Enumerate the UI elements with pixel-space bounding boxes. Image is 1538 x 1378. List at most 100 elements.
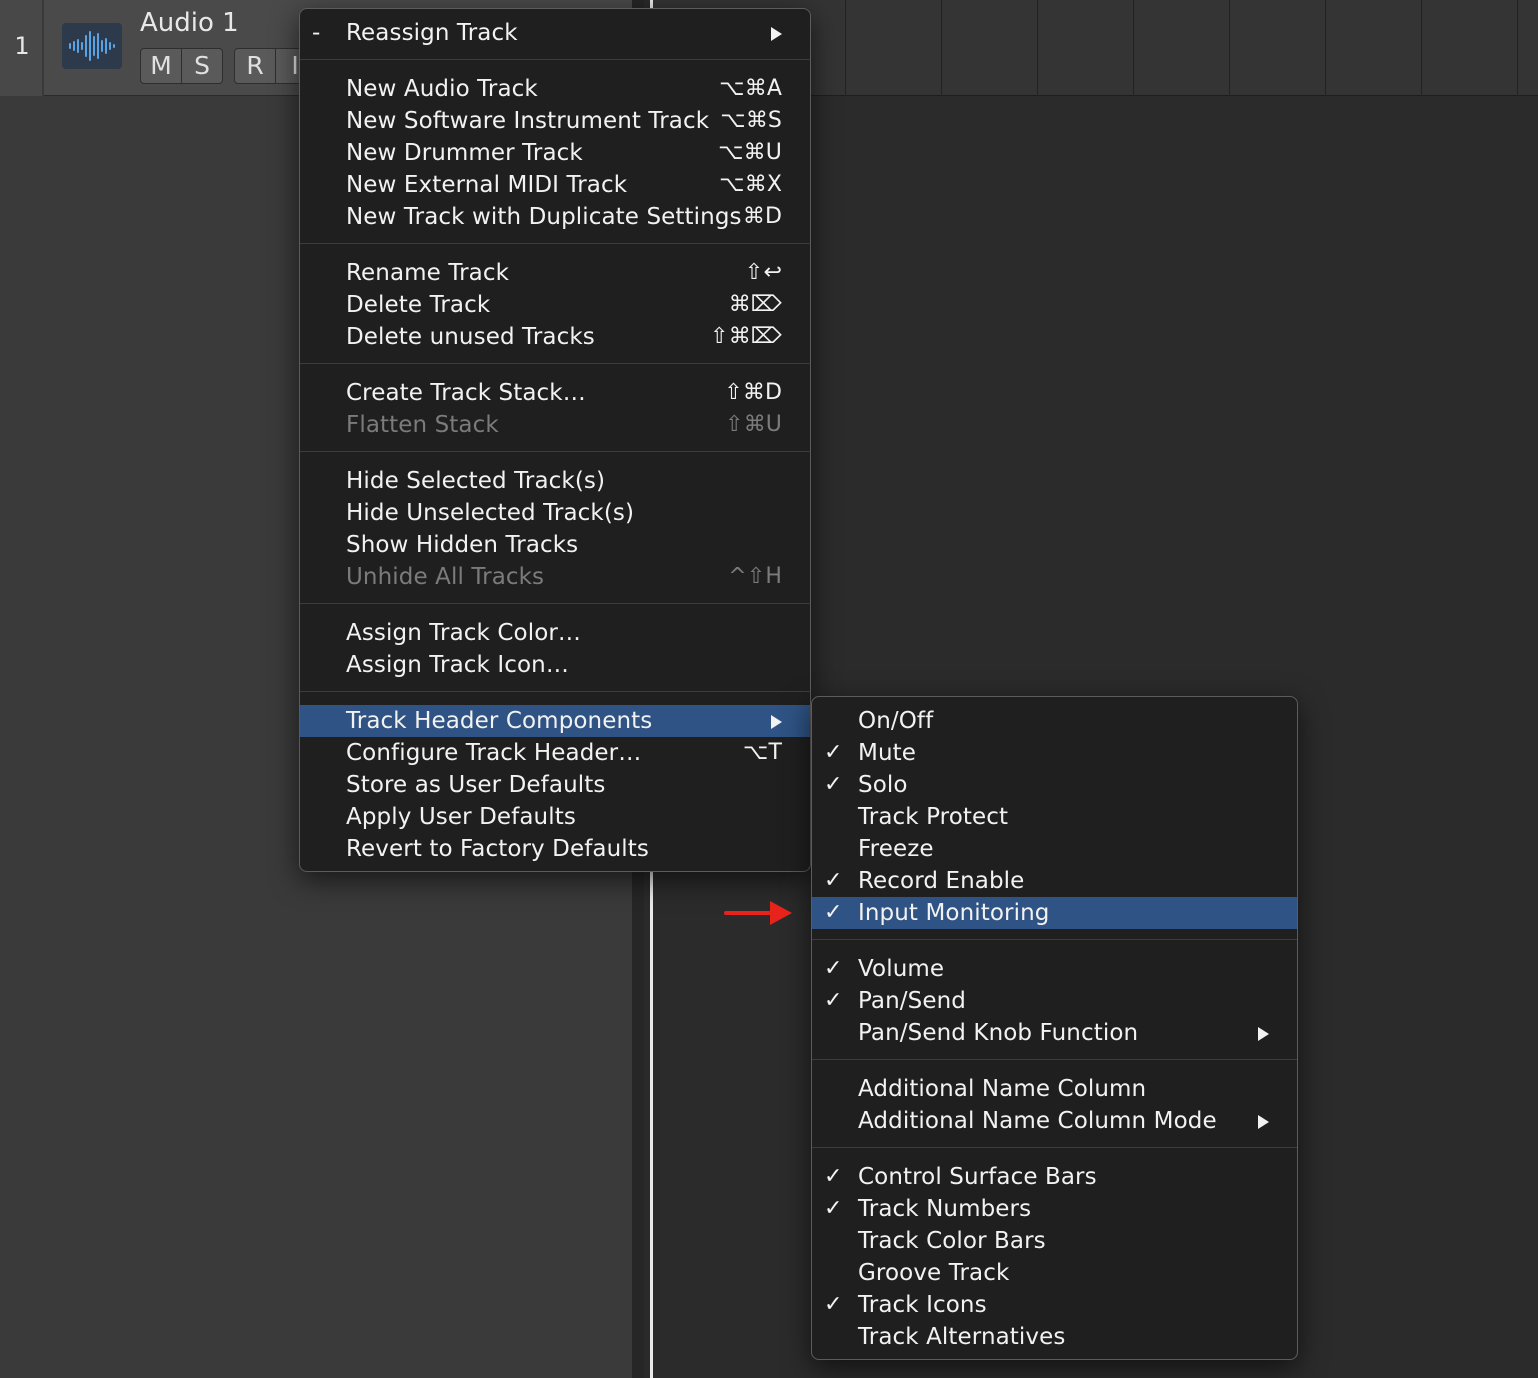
checkmark-icon: ✓: [824, 1164, 843, 1189]
submenu-item-volume[interactable]: ✓ Volume: [812, 953, 1297, 985]
menu-item-hide-selected-tracks[interactable]: Hide Selected Track(s): [300, 465, 810, 497]
menu-item-new-track-duplicate-settings[interactable]: New Track with Duplicate Settings ⌘D: [300, 201, 810, 233]
menu-separator: [300, 363, 810, 364]
submenu-item-additional-name-column-mode[interactable]: Additional Name Column Mode: [812, 1105, 1297, 1137]
menu-item-reassign-track[interactable]: - Reassign Track: [300, 17, 810, 49]
menu-item-store-user-defaults[interactable]: Store as User Defaults: [300, 769, 810, 801]
menu-item-label: Control Surface Bars: [858, 1164, 1097, 1190]
menu-item-label: New Audio Track: [346, 76, 538, 102]
submenu-item-mute[interactable]: ✓ Mute: [812, 737, 1297, 769]
menu-item-label: Pan/Send Knob Function: [858, 1020, 1139, 1046]
menu-item-label: Delete unused Tracks: [346, 324, 595, 350]
menu-item-label: Hide Selected Track(s): [346, 468, 606, 494]
submenu-item-groove-track[interactable]: Groove Track: [812, 1257, 1297, 1289]
menu-item-new-software-instrument-track[interactable]: New Software Instrument Track ⌥⌘S: [300, 105, 810, 137]
submenu-item-pan-send-knob-function[interactable]: Pan/Send Knob Function: [812, 1017, 1297, 1049]
checkmark-icon: ✓: [824, 988, 843, 1013]
menu-item-hide-unselected-tracks[interactable]: Hide Unselected Track(s): [300, 497, 810, 529]
menu-item-shortcut: ⇧⌘U: [725, 412, 782, 437]
menu-item-label: Track Header Components: [346, 708, 653, 734]
menu-item-delete-unused-tracks[interactable]: Delete unused Tracks ⇧⌘⌦: [300, 321, 810, 353]
submenu-item-freeze[interactable]: Freeze: [812, 833, 1297, 865]
dash-icon: -: [312, 20, 321, 46]
menu-separator: [812, 1147, 1297, 1148]
track-name[interactable]: Audio 1: [140, 8, 239, 38]
track-number: 1: [14, 32, 30, 60]
record-enable-button[interactable]: R: [234, 48, 276, 84]
menu-item-shortcut: ⌥⌘U: [718, 140, 782, 165]
menu-item-configure-track-header[interactable]: Configure Track Header… ⌥T: [300, 737, 810, 769]
menu-item-label: Additional Name Column Mode: [858, 1108, 1217, 1134]
submenu-item-pan-send[interactable]: ✓ Pan/Send: [812, 985, 1297, 1017]
menu-separator: [300, 691, 810, 692]
menu-item-new-audio-track[interactable]: New Audio Track ⌥⌘A: [300, 73, 810, 105]
menu-item-revert-factory-defaults[interactable]: Revert to Factory Defaults: [300, 833, 810, 865]
grid-line: [1133, 0, 1134, 96]
solo-button[interactable]: S: [181, 48, 223, 84]
menu-item-label: Flatten Stack: [346, 412, 499, 438]
menu-item-shortcut: ⇧⌘⌦: [710, 324, 782, 349]
menu-separator: [300, 451, 810, 452]
menu-item-create-track-stack[interactable]: Create Track Stack… ⇧⌘D: [300, 377, 810, 409]
menu-item-unhide-all-tracks: Unhide All Tracks ^⇧H: [300, 561, 810, 593]
grid-line: [845, 0, 846, 96]
waveform-icon[interactable]: [62, 23, 122, 69]
checkmark-icon: ✓: [824, 956, 843, 981]
menu-item-label: Configure Track Header…: [346, 740, 642, 766]
menu-item-new-drummer-track[interactable]: New Drummer Track ⌥⌘U: [300, 137, 810, 169]
menu-item-show-hidden-tracks[interactable]: Show Hidden Tracks: [300, 529, 810, 561]
submenu-item-control-surface-bars[interactable]: ✓ Control Surface Bars: [812, 1161, 1297, 1193]
menu-item-label: Track Icons: [858, 1292, 987, 1318]
menu-item-label: Track Numbers: [858, 1196, 1032, 1222]
submenu-item-track-protect[interactable]: Track Protect: [812, 801, 1297, 833]
submenu-item-input-monitoring[interactable]: ✓ Input Monitoring: [812, 897, 1297, 929]
menu-item-label: Volume: [858, 956, 945, 982]
triangle-right-icon: [1258, 1027, 1269, 1041]
menu-item-label: Assign Track Color…: [346, 620, 582, 646]
triangle-right-icon: [771, 27, 782, 41]
submenu-item-track-numbers[interactable]: ✓ Track Numbers: [812, 1193, 1297, 1225]
menu-item-shortcut: ⌥⌘S: [720, 108, 782, 133]
menu-item-delete-track[interactable]: Delete Track ⌘⌦: [300, 289, 810, 321]
grid-line: [1517, 0, 1518, 96]
menu-item-shortcut: ^⇧H: [728, 564, 782, 589]
red-arrow-icon: [724, 901, 792, 925]
menu-item-label: Groove Track: [858, 1260, 1010, 1286]
menu-item-label: Store as User Defaults: [346, 772, 606, 798]
menu-separator: [300, 59, 810, 60]
submenu-item-record-enable[interactable]: ✓ Record Enable: [812, 865, 1297, 897]
track-context-menu: - Reassign Track New Audio Track ⌥⌘A New…: [299, 8, 811, 872]
submenu-item-track-alternatives[interactable]: Track Alternatives: [812, 1321, 1297, 1353]
menu-separator: [300, 603, 810, 604]
menu-item-shortcut: ⌘⌦: [728, 292, 782, 317]
checkmark-icon: ✓: [824, 900, 843, 925]
submenu-item-solo[interactable]: ✓ Solo: [812, 769, 1297, 801]
menu-separator: [812, 939, 1297, 940]
track-number-column: 1: [0, 0, 44, 96]
submenu-item-track-icons[interactable]: ✓ Track Icons: [812, 1289, 1297, 1321]
menu-item-new-external-midi-track[interactable]: New External MIDI Track ⌥⌘X: [300, 169, 810, 201]
grid-line: [1229, 0, 1230, 96]
menu-item-track-header-components[interactable]: Track Header Components: [300, 705, 810, 737]
checkmark-icon: ✓: [824, 1196, 843, 1221]
mute-button[interactable]: M: [140, 48, 182, 84]
submenu-item-track-color-bars[interactable]: Track Color Bars: [812, 1225, 1297, 1257]
menu-item-label: Apply User Defaults: [346, 804, 576, 830]
menu-item-label: Create Track Stack…: [346, 380, 586, 406]
grid-line: [1325, 0, 1326, 96]
menu-item-flatten-stack: Flatten Stack ⇧⌘U: [300, 409, 810, 441]
menu-item-label: New External MIDI Track: [346, 172, 628, 198]
menu-item-assign-track-icon[interactable]: Assign Track Icon…: [300, 649, 810, 681]
menu-item-label: Track Protect: [858, 804, 1009, 830]
track-header-components-submenu: On/Off ✓ Mute ✓ Solo Track Protect Freez…: [811, 696, 1298, 1360]
submenu-item-additional-name-column[interactable]: Additional Name Column: [812, 1073, 1297, 1105]
menu-item-label: Hide Unselected Track(s): [346, 500, 635, 526]
menu-item-label: Pan/Send: [858, 988, 966, 1014]
checkmark-icon: ✓: [824, 740, 843, 765]
menu-item-assign-track-color[interactable]: Assign Track Color…: [300, 617, 810, 649]
checkmark-icon: ✓: [824, 772, 843, 797]
menu-item-rename-track[interactable]: Rename Track ⇧↩: [300, 257, 810, 289]
submenu-item-on-off[interactable]: On/Off: [812, 705, 1297, 737]
grid-line: [1037, 0, 1038, 96]
menu-item-apply-user-defaults[interactable]: Apply User Defaults: [300, 801, 810, 833]
